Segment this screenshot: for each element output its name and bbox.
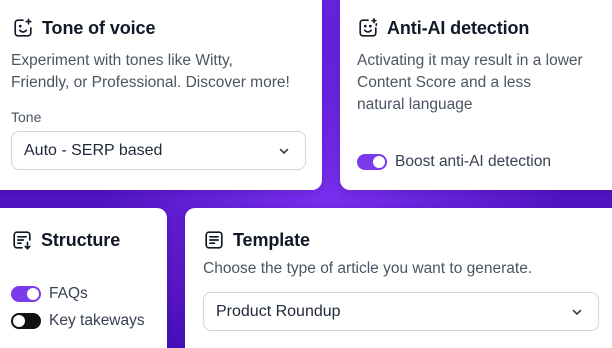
- template-card-description: Choose the type of article you want to g…: [203, 260, 533, 277]
- tone-select-value: Auto - SERP based: [24, 141, 163, 159]
- key-takeaways-toggle[interactable]: [11, 313, 41, 329]
- boost-anti-ai-toggle[interactable]: [357, 154, 387, 170]
- template-card-header: Template: [203, 229, 310, 251]
- toggle-knob: [13, 315, 25, 327]
- anti-ai-card-description: Activating it may result in a lower Cont…: [357, 52, 583, 113]
- smile-sparkle-icon: [12, 17, 34, 39]
- toggle-knob: [27, 288, 39, 300]
- tone-card-header: Tone of voice: [12, 17, 155, 39]
- faqs-toggle-row[interactable]: FAQs: [11, 285, 88, 303]
- list-box-icon: [203, 229, 225, 251]
- key-takeaways-label: Key takeways: [49, 312, 145, 329]
- chevron-down-icon: [277, 144, 291, 158]
- boost-anti-ai-toggle-row[interactable]: Boost anti-AI detection: [357, 153, 551, 171]
- chevron-down-icon: [570, 305, 584, 319]
- anti-ai-card-header: Anti-AI detection: [357, 17, 529, 39]
- template-card-title: Template: [233, 229, 310, 250]
- key-takeaways-toggle-row[interactable]: Key takeways: [11, 312, 145, 330]
- faqs-label: FAQs: [49, 285, 88, 302]
- boost-anti-ai-label: Boost anti-AI detection: [395, 153, 551, 170]
- template-select-value: Product Roundup: [216, 302, 341, 320]
- structure-card-title: Structure: [41, 229, 121, 250]
- tone-of-voice-card: Tone of voice Experiment with tones like…: [0, 0, 322, 190]
- list-down-arrow-icon: [11, 229, 33, 251]
- template-select[interactable]: Product Roundup: [203, 292, 599, 331]
- tone-select[interactable]: Auto - SERP based: [11, 131, 306, 170]
- faqs-toggle[interactable]: [11, 286, 41, 302]
- tone-label: Tone: [11, 109, 42, 125]
- tone-card-title: Tone of voice: [42, 17, 156, 38]
- smile-sparkle-icon: [357, 17, 379, 39]
- toggle-knob: [373, 156, 385, 168]
- anti-ai-card-title: Anti-AI detection: [387, 17, 530, 38]
- tone-card-description: Experiment with tones like Witty, Friend…: [11, 52, 290, 91]
- template-card: Template Choose the type of article you …: [185, 208, 612, 348]
- structure-card: Structure FAQs Key takeways: [0, 208, 167, 348]
- anti-ai-detection-card: Anti-AI detection Activating it may resu…: [340, 0, 612, 190]
- structure-card-header: Structure: [11, 229, 120, 251]
